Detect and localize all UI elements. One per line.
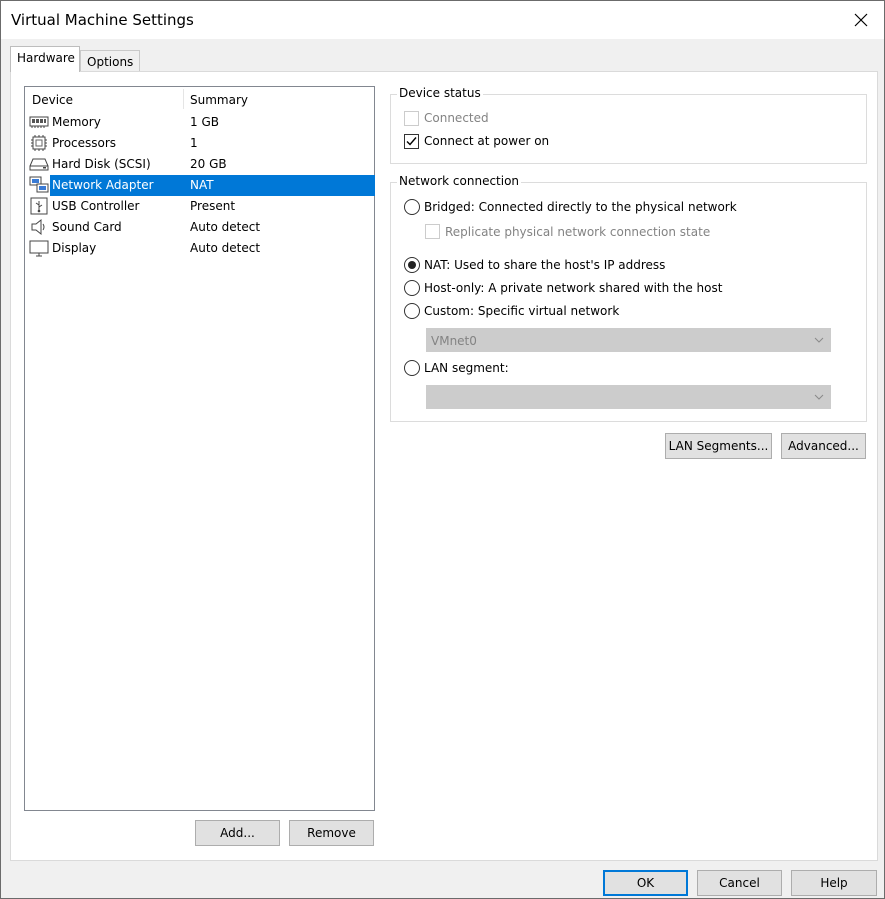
network-adapter-icon bbox=[29, 176, 49, 193]
device-row-processors[interactable]: Processors 1 bbox=[27, 133, 374, 154]
device-status-title: Device status bbox=[397, 86, 483, 100]
device-row-display[interactable]: Display Auto detect bbox=[27, 238, 374, 259]
device-name: Processors bbox=[52, 136, 117, 150]
device-summary: Auto detect bbox=[190, 220, 261, 234]
network-connection-title: Network connection bbox=[397, 174, 522, 188]
device-summary: 20 GB bbox=[190, 157, 227, 171]
device-summary: Present bbox=[190, 199, 236, 213]
device-row-network-adapter[interactable]: Network Adapter NAT bbox=[27, 175, 375, 196]
usb-icon bbox=[30, 197, 48, 215]
remove-device-button[interactable]: Remove bbox=[289, 820, 374, 846]
checkmark-icon bbox=[406, 137, 417, 146]
vm-settings-window: Virtual Machine Settings Hardware Option… bbox=[0, 0, 885, 899]
device-list-header: Device Summary bbox=[25, 87, 374, 111]
lan-segment-label: LAN segment: bbox=[424, 361, 509, 375]
lan-segment-select[interactable] bbox=[426, 385, 831, 409]
nat-label: NAT: Used to share the host's IP address bbox=[424, 258, 666, 272]
custom-radio[interactable] bbox=[404, 303, 420, 319]
custom-network-select[interactable]: VMnet0 bbox=[426, 328, 831, 352]
lan-segment-radio[interactable] bbox=[404, 360, 420, 376]
column-header-summary[interactable]: Summary bbox=[190, 93, 248, 107]
nat-radio[interactable] bbox=[404, 257, 420, 273]
custom-label: Custom: Specific virtual network bbox=[424, 304, 620, 318]
device-row-hard-disk[interactable]: Hard Disk (SCSI) 20 GB bbox=[27, 154, 374, 175]
device-status-group: Device status Connected Connect at power… bbox=[390, 86, 867, 164]
cancel-button[interactable]: Cancel bbox=[697, 870, 782, 896]
hardware-panel: Device Summary Memory 1 GB Processors 1 … bbox=[10, 71, 878, 861]
device-summary: Auto detect bbox=[190, 241, 261, 255]
tab-options[interactable]: Options bbox=[80, 50, 140, 72]
custom-network-value: VMnet0 bbox=[431, 334, 477, 348]
window-title: Virtual Machine Settings bbox=[11, 11, 194, 29]
host-only-radio[interactable] bbox=[404, 280, 420, 296]
title-bar: Virtual Machine Settings bbox=[1, 1, 884, 39]
bridged-radio[interactable] bbox=[404, 199, 420, 215]
device-summary: 1 GB bbox=[190, 115, 219, 129]
memory-icon bbox=[29, 116, 49, 128]
device-name: Sound Card bbox=[52, 220, 122, 234]
column-separator[interactable] bbox=[183, 89, 184, 109]
device-summary: NAT bbox=[190, 178, 214, 192]
ok-button[interactable]: OK bbox=[603, 870, 688, 896]
device-name: Network Adapter bbox=[52, 178, 154, 192]
connect-at-power-on-label: Connect at power on bbox=[424, 134, 550, 148]
advanced-button[interactable]: Advanced... bbox=[781, 433, 866, 459]
connected-label: Connected bbox=[424, 111, 489, 125]
add-device-button[interactable]: Add... bbox=[195, 820, 280, 846]
hard-disk-icon bbox=[29, 158, 49, 171]
replicate-state-label: Replicate physical network connection st… bbox=[445, 225, 711, 239]
connected-checkbox[interactable] bbox=[404, 111, 419, 126]
lan-segments-button[interactable]: LAN Segments... bbox=[665, 433, 772, 459]
network-connection-group: Network connection Bridged: Connected di… bbox=[390, 174, 867, 422]
replicate-state-checkbox[interactable] bbox=[425, 224, 440, 239]
chevron-down-icon bbox=[814, 394, 824, 400]
device-row-usb-controller[interactable]: USB Controller Present bbox=[27, 196, 374, 217]
processor-icon bbox=[31, 135, 47, 151]
speaker-icon bbox=[31, 218, 45, 236]
device-row-sound-card[interactable]: Sound Card Auto detect bbox=[27, 217, 374, 238]
close-button[interactable] bbox=[838, 1, 884, 39]
device-summary: 1 bbox=[190, 136, 198, 150]
host-only-label: Host-only: A private network shared with… bbox=[424, 281, 723, 295]
tab-hardware[interactable]: Hardware bbox=[10, 46, 80, 72]
close-icon bbox=[854, 13, 868, 27]
bridged-label: Bridged: Connected directly to the physi… bbox=[424, 200, 737, 214]
device-row-memory[interactable]: Memory 1 GB bbox=[27, 112, 374, 133]
device-name: Display bbox=[52, 241, 97, 255]
radio-selected-dot bbox=[408, 261, 416, 269]
column-header-device[interactable]: Device bbox=[32, 93, 73, 107]
device-name: USB Controller bbox=[52, 199, 140, 213]
device-name: Hard Disk (SCSI) bbox=[52, 157, 151, 171]
connect-at-power-on-checkbox[interactable] bbox=[404, 134, 419, 149]
help-button[interactable]: Help bbox=[791, 870, 877, 896]
device-list[interactable]: Device Summary Memory 1 GB Processors 1 … bbox=[24, 86, 375, 811]
device-name: Memory bbox=[52, 115, 101, 129]
chevron-down-icon bbox=[814, 337, 824, 343]
display-icon bbox=[29, 240, 49, 257]
